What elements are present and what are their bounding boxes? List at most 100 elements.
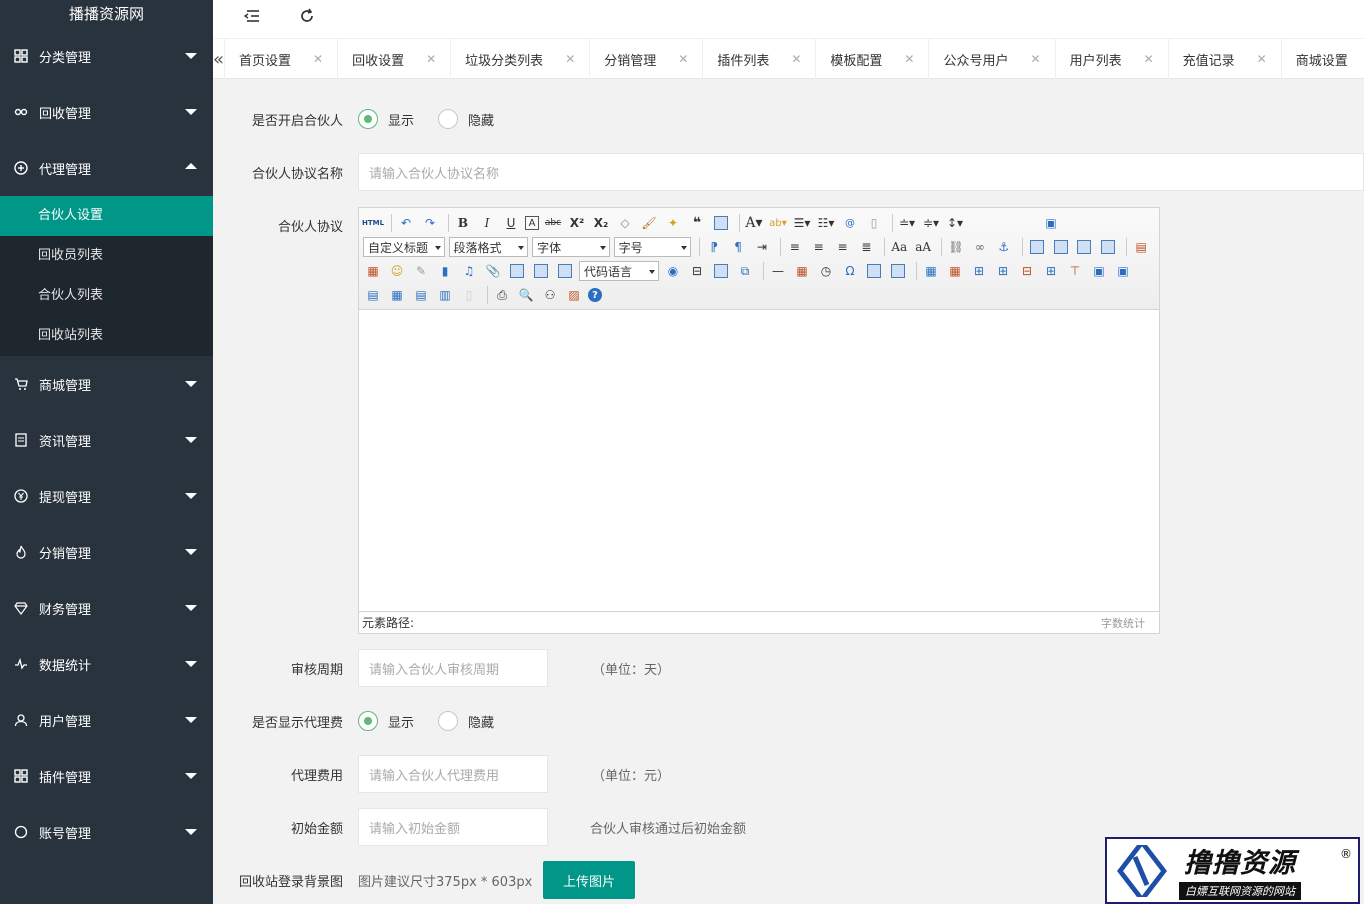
initial-amount-input[interactable]: 请输入初始金额 xyxy=(358,808,548,846)
sidebar-item-plugins[interactable]: 插件管理 xyxy=(0,748,213,804)
close-icon[interactable]: ✕ xyxy=(313,52,323,66)
date-icon[interactable]: ▦ xyxy=(792,261,812,281)
unordered-list-icon[interactable]: ☷▾ xyxy=(816,213,836,233)
lowercase-icon[interactable]: aA xyxy=(913,237,933,257)
image-float-left-icon[interactable] xyxy=(1051,237,1071,257)
insert-image-icon[interactable]: ▦ xyxy=(363,261,383,281)
refresh-button[interactable] xyxy=(295,6,319,26)
undo-icon[interactable]: ↶ xyxy=(396,213,416,233)
sidebar-subitem-partner-list[interactable]: 合伙人列表 xyxy=(0,276,213,316)
insert-code-icon[interactable] xyxy=(531,261,551,281)
print-icon[interactable]: ⎙ xyxy=(492,285,512,305)
sidebar-item-users[interactable]: 用户管理 xyxy=(0,692,213,748)
tab-distribution[interactable]: 分销管理 ✕ xyxy=(590,39,704,79)
italic-icon[interactable]: I xyxy=(477,213,497,233)
sidebar-item-withdraw[interactable]: 提现管理 xyxy=(0,468,213,524)
uppercase-icon[interactable]: Aa xyxy=(889,237,909,257)
underline-icon[interactable]: U xyxy=(501,213,521,233)
scrawl-icon[interactable]: ✎ xyxy=(411,261,431,281)
superscript-icon[interactable]: X² xyxy=(567,213,587,233)
insert-table-icon[interactable]: ▦ xyxy=(921,261,941,281)
anchor-icon[interactable]: ⚓ xyxy=(994,237,1014,257)
split-cells-icon[interactable]: ▦ xyxy=(387,285,407,305)
paragraph-format-select[interactable]: 段落格式 xyxy=(448,237,529,257)
font-color-icon[interactable]: A▾ xyxy=(744,213,764,233)
sidebar-item-news[interactable]: 资讯管理 xyxy=(0,412,213,468)
close-icon[interactable]: ✕ xyxy=(678,52,688,66)
sidebar-item-recycle[interactable]: 回收管理 xyxy=(0,84,213,140)
indent-icon[interactable]: ⇥ xyxy=(752,237,772,257)
row-spacing-bottom-icon[interactable]: ≑▾ xyxy=(921,213,941,233)
tab-template-config[interactable]: 模板配置 ✕ xyxy=(816,39,930,79)
insert-frame-icon[interactable] xyxy=(507,261,527,281)
sidebar-subitem-partner-settings[interactable]: 合伙人设置 xyxy=(0,196,213,236)
redo-icon[interactable]: ↷ xyxy=(420,213,440,233)
bold-icon[interactable]: B xyxy=(453,213,473,233)
image-float-none-icon[interactable] xyxy=(1027,237,1047,257)
tab-mall-settings[interactable]: 商城设置 xyxy=(1282,39,1364,79)
format-brush-icon[interactable]: 🖌 xyxy=(639,213,659,233)
strikethrough-icon[interactable]: abc xyxy=(543,213,563,233)
sidebar-item-distribution[interactable]: 分销管理 xyxy=(0,524,213,580)
collapse-sidebar-button[interactable] xyxy=(239,6,263,26)
html-source-icon[interactable]: HTML xyxy=(362,213,384,233)
line-height-icon[interactable]: ↕▾ xyxy=(945,213,965,233)
delete-column-icon[interactable]: ⊤ xyxy=(1065,261,1085,281)
tab-user-list[interactable]: 用户列表 ✕ xyxy=(1056,39,1169,79)
quote-icon[interactable]: ❝ xyxy=(687,213,707,233)
fullscreen-icon[interactable]: ▣ xyxy=(1041,213,1061,233)
chart-icon[interactable]: ▯ xyxy=(459,285,479,305)
link-icon[interactable]: ⛓ xyxy=(946,237,966,257)
tab-recharge-records[interactable]: 充值记录 ✕ xyxy=(1169,39,1282,79)
auto-format-icon[interactable]: ✦ xyxy=(663,213,683,233)
tab-home-settings[interactable]: 首页设置 ✕ xyxy=(225,39,339,79)
align-left-icon[interactable]: ≡ xyxy=(785,237,805,257)
subscript-icon[interactable]: X₂ xyxy=(591,213,611,233)
word-image-icon[interactable] xyxy=(864,261,884,281)
select-all-icon[interactable]: @ xyxy=(840,213,860,233)
page-break-icon[interactable]: ⊟ xyxy=(687,261,707,281)
sidebar-logo[interactable]: 播播资源网 xyxy=(0,0,213,28)
sidebar-item-statistics[interactable]: 数据统计 xyxy=(0,636,213,692)
drafts-icon[interactable]: ▨ xyxy=(564,285,584,305)
show-fee-hide-radio[interactable]: 隐藏 xyxy=(438,711,494,731)
search-replace-icon[interactable] xyxy=(888,261,908,281)
background-icon[interactable] xyxy=(711,261,731,281)
merge-cells-icon[interactable]: ▣ xyxy=(1089,261,1109,281)
code-language-select[interactable]: 代码语言 xyxy=(579,261,659,281)
open-partner-hide-radio[interactable]: 隐藏 xyxy=(438,109,494,129)
image-center-icon[interactable] xyxy=(1098,237,1118,257)
sidebar-subitem-station-list[interactable]: 回收站列表 xyxy=(0,316,213,356)
split-rows-icon[interactable]: ▤ xyxy=(411,285,431,305)
attachment-icon[interactable]: 📎 xyxy=(483,261,503,281)
music-icon[interactable]: ♫ xyxy=(459,261,479,281)
sidebar-item-accounts[interactable]: 账号管理 xyxy=(0,804,213,860)
open-partner-show-radio[interactable]: 显示 xyxy=(358,109,414,129)
close-icon[interactable]: ✕ xyxy=(565,52,575,66)
tab-recycle-settings[interactable]: 回收设置 ✕ xyxy=(338,39,452,79)
split-cols-icon[interactable]: ▥ xyxy=(435,285,455,305)
tab-plugin-list[interactable]: 插件列表 ✕ xyxy=(703,39,817,79)
image-float-right-icon[interactable] xyxy=(1074,237,1094,257)
editor-body[interactable] xyxy=(359,310,1159,610)
horizontal-rule-icon[interactable]: — xyxy=(768,261,788,281)
sidebar-item-mall[interactable]: 商城管理 xyxy=(0,356,213,412)
close-icon[interactable]: ✕ xyxy=(1257,52,1267,66)
preview-icon[interactable]: 🔍 xyxy=(516,285,536,305)
special-char-icon[interactable]: Ω xyxy=(840,261,860,281)
web-page-icon[interactable] xyxy=(555,261,575,281)
row-spacing-top-icon[interactable]: ≐▾ xyxy=(897,213,917,233)
paste-plain-icon[interactable] xyxy=(711,213,731,233)
upload-image-button[interactable]: 上传图片 xyxy=(543,861,635,899)
delete-row-icon[interactable]: ⊟ xyxy=(1017,261,1037,281)
time-icon[interactable]: ◷ xyxy=(816,261,836,281)
tab-garbage-category-list[interactable]: 垃圾分类列表 ✕ xyxy=(451,39,591,79)
agreement-name-input[interactable]: 请输入合伙人协议名称 xyxy=(358,153,1364,191)
align-center-icon[interactable]: ≡ xyxy=(809,237,829,257)
merge-down-icon[interactable]: ▤ xyxy=(363,285,383,305)
insert-row-icon[interactable]: ⊞ xyxy=(993,261,1013,281)
font-family-select[interactable]: 字体 xyxy=(532,237,610,257)
close-icon[interactable]: ✕ xyxy=(1144,52,1154,66)
sidebar-item-finance[interactable]: 财务管理 xyxy=(0,580,213,636)
unlink-icon[interactable]: ∞ xyxy=(970,237,990,257)
